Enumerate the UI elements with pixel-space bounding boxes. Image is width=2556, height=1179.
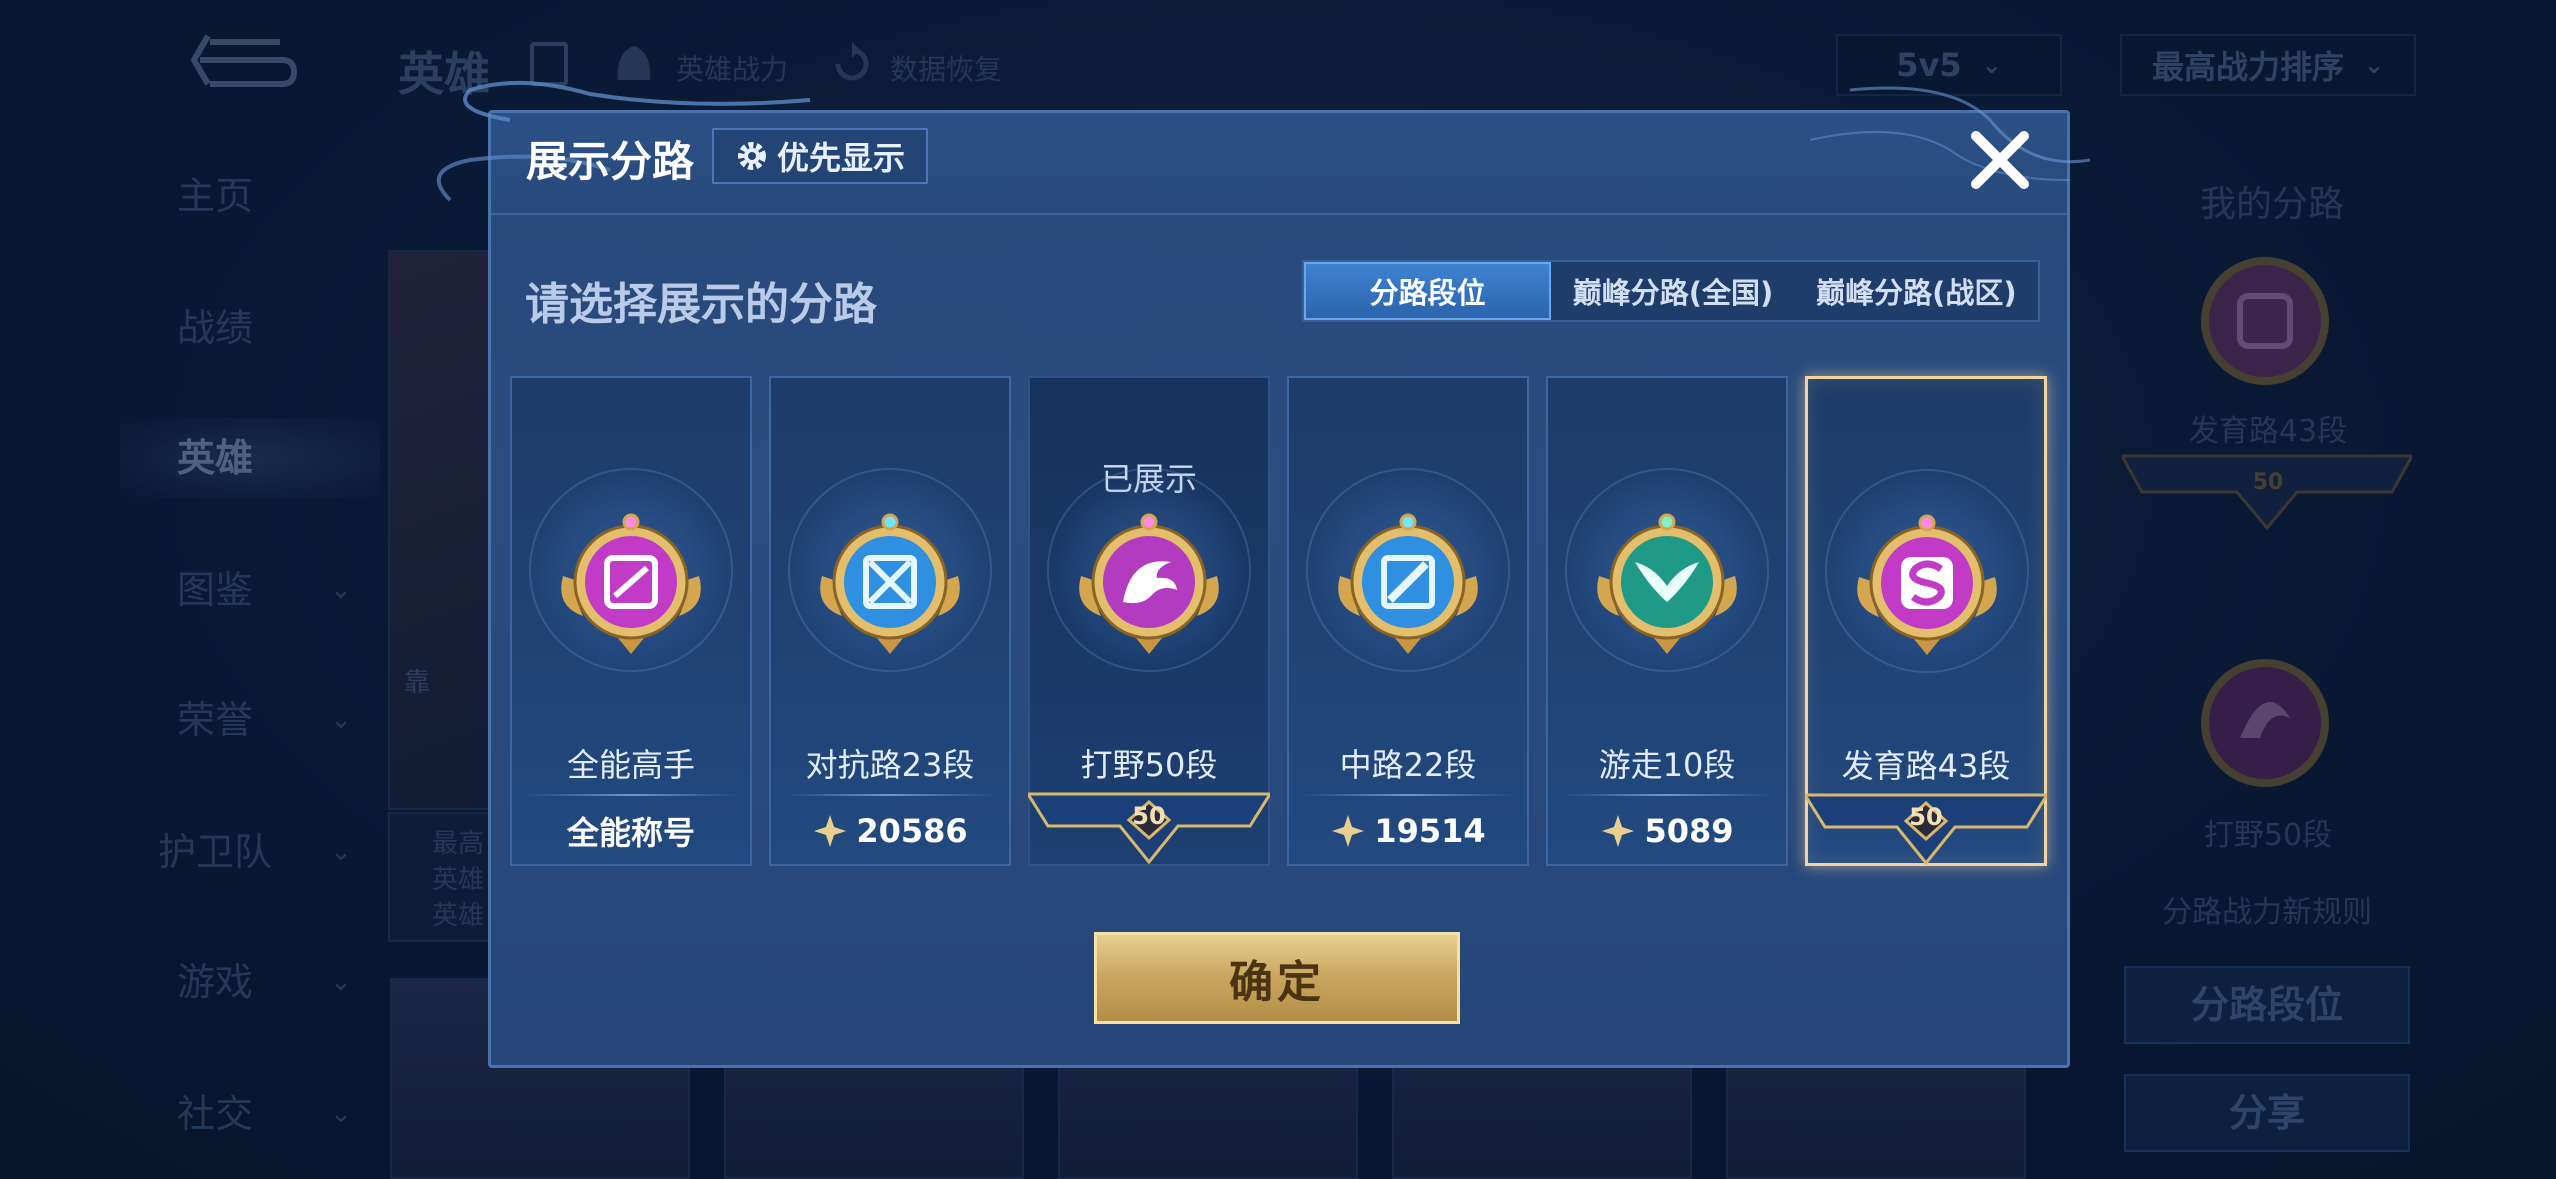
lane-card-clash[interactable]: 对抗路23段 20586: [769, 376, 1011, 866]
gear-icon: [737, 142, 766, 170]
card-divider: [1303, 794, 1513, 796]
lane-title-badge: 全能称号: [512, 806, 750, 856]
priority-display-label: 优先显示: [776, 139, 905, 177]
card-divider: [1562, 794, 1772, 796]
modal-title: 展示分路: [526, 137, 695, 186]
wings-icon: [1597, 513, 1737, 654]
arrow-icon: [1857, 514, 1997, 655]
dragon-icon: [1079, 513, 1219, 654]
lane-power: 5089: [1548, 806, 1786, 856]
lane-name: 对抗路23段: [805, 746, 975, 784]
power-icon: [1332, 815, 1365, 847]
lane-name: 游走10段: [1598, 746, 1736, 784]
lane-name: 全能高手: [566, 746, 695, 784]
lane-power: 19514: [1289, 806, 1527, 856]
lane-card-jungle[interactable]: 已展示 打野50段 50: [1028, 376, 1270, 866]
wand-icon: [1338, 513, 1478, 654]
lane-tabs: 分路段位 巅峰分路(全国) 巅峰分路(战区): [1302, 260, 2040, 322]
lane-name: 中路22段: [1339, 746, 1477, 784]
lane-power-value: 5089: [1644, 812, 1734, 850]
tab-peak-region[interactable]: 巅峰分路(战区): [1795, 262, 2038, 320]
card-divider: [526, 794, 736, 796]
lane-power-value: 19514: [1374, 812, 1486, 850]
rank-plate-number: 50: [1132, 802, 1166, 830]
lane-card-mid[interactable]: 中路22段 19514: [1287, 376, 1529, 866]
confirm-button[interactable]: 确定: [1094, 932, 1460, 1024]
priority-display-button[interactable]: 优先显示: [712, 128, 928, 184]
lane-card-allround[interactable]: 全能高手 全能称号: [510, 376, 752, 866]
power-icon: [814, 815, 847, 847]
rank-plate-number: 50: [1909, 803, 1943, 831]
lane-card-farm[interactable]: 发育路43段 50: [1805, 376, 2047, 866]
tab-lane-rank[interactable]: 分路段位: [1304, 262, 1552, 320]
lane-name: 发育路43段: [1841, 747, 2011, 785]
lane-stat: 全能称号: [566, 814, 695, 852]
lane-card-roam[interactable]: 游走10段 5089: [1546, 376, 1788, 866]
allround-icon: [561, 513, 701, 654]
close-icon[interactable]: [1964, 124, 2036, 196]
power-icon: [1602, 815, 1635, 847]
lane-name: 打野50段: [1080, 746, 1218, 784]
tab-peak-national[interactable]: 巅峰分路(全国): [1551, 262, 1794, 320]
lane-power: 20586: [771, 806, 1009, 856]
card-divider: [785, 794, 995, 796]
sword-icon: [820, 513, 960, 654]
modal-subtitle: 请选择展示的分路: [525, 279, 877, 330]
lane-power-value: 20586: [856, 812, 968, 850]
